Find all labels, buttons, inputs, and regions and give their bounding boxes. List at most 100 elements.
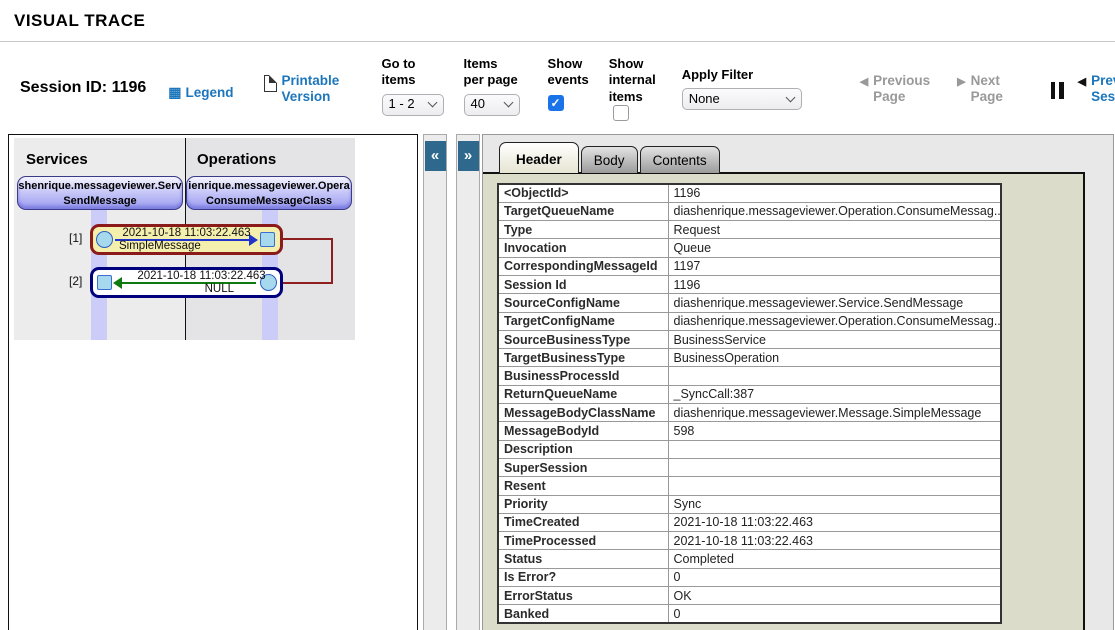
property-value: BusinessOperation (668, 349, 1001, 367)
table-row: StatusCompleted (498, 550, 1001, 568)
collapse-left-button[interactable]: « (425, 141, 446, 171)
table-row: MessageBodyId598 (498, 422, 1001, 440)
source-endpoint-icon (96, 231, 113, 248)
expand-gutter: » (456, 134, 480, 630)
service-node-box: shenrique.messageviewer.Serv SendMessage (17, 176, 183, 210)
property-value: 1196 (668, 275, 1001, 293)
triangle-left-icon: ◀ (860, 75, 868, 88)
pause-button[interactable] (1051, 82, 1064, 99)
service-node-line2: SendMessage (18, 194, 182, 209)
goto-items-label: Go to items (382, 56, 438, 89)
table-row: TimeCreated2021-10-18 11:03:22.463 (498, 513, 1001, 531)
items-per-page-select[interactable]: 40 (464, 94, 520, 116)
property-value: Completed (668, 550, 1001, 568)
service-node-line1: shenrique.messageviewer.Serv (18, 179, 182, 194)
operations-column-title: Operations (197, 151, 276, 168)
table-row: InvocationQueue (498, 239, 1001, 257)
legend-grid-icon: ▦ (168, 85, 181, 99)
property-label: SourceBusinessType (498, 330, 668, 348)
property-value: diashenrique.messageviewer.Message.Simpl… (668, 404, 1001, 422)
property-label: TargetConfigName (498, 312, 668, 330)
toolbar: Session ID: 1196 ▦ Legend Printable Vers… (0, 42, 1115, 134)
next-page-label: Next Page (971, 73, 1031, 105)
operation-node-box: ienrique.messageviewer.Opera ConsumeMess… (186, 176, 352, 210)
property-value (668, 440, 1001, 458)
next-page-button[interactable]: ▶ Next Page (957, 73, 1030, 105)
property-value: OK (668, 587, 1001, 605)
header-properties-table: <ObjectId>1196TargetQueueNamediashenriqu… (497, 183, 1002, 624)
property-label: ReturnQueueName (498, 385, 668, 403)
table-row: SuperSession (498, 458, 1001, 476)
property-value: 1196 (668, 184, 1001, 202)
property-value: 2021-10-18 11:03:22.463 (668, 513, 1001, 531)
call-return-connector (283, 238, 333, 284)
property-value: Queue (668, 239, 1001, 257)
triangle-left-icon: ◀ (1078, 75, 1086, 88)
show-internal-checkbox[interactable] (613, 105, 629, 121)
property-value: diashenrique.messageviewer.Operation.Con… (668, 312, 1001, 330)
apply-filter-value: None (689, 91, 783, 107)
printable-version-link[interactable]: Printable Version (264, 73, 344, 104)
table-row: TypeRequest (498, 221, 1001, 239)
property-label: Priority (498, 495, 668, 513)
property-label: CorrespondingMessageId (498, 257, 668, 275)
legend-link[interactable]: ▦ Legend (168, 85, 233, 100)
show-internal-field: Show internal items (609, 56, 656, 122)
property-label: Type (498, 221, 668, 239)
chevron-down-icon (427, 98, 437, 108)
table-row: TargetConfigNamediashenrique.messageview… (498, 312, 1001, 330)
services-column-title: Services (26, 151, 88, 168)
property-value: diashenrique.messageviewer.Service.SendM… (668, 294, 1001, 312)
apply-filter-select[interactable]: None (682, 88, 802, 110)
property-label: SourceConfigName (498, 294, 668, 312)
message-timestamp: 2021-10-18 11:03:22.463 (115, 227, 258, 239)
operation-node-line2: ConsumeMessageClass (187, 194, 351, 209)
printable-version-label: Printable Version (282, 73, 344, 104)
property-label: Resent (498, 477, 668, 495)
content-area: Services Operations shenrique.messagevie… (0, 134, 1115, 630)
property-value (668, 458, 1001, 476)
tab-header[interactable]: Header (499, 142, 579, 173)
table-row: <ObjectId>1196 (498, 184, 1001, 202)
property-value: Sync (668, 495, 1001, 513)
message-details-panel: HeaderBodyContents <ObjectId>1196TargetQ… (482, 134, 1114, 630)
items-per-page-value: 40 (471, 96, 501, 112)
property-value: _SyncCall:387 (668, 385, 1001, 403)
property-label: MessageBodyId (498, 422, 668, 440)
previous-session-button[interactable]: ◀ Previous Session (1078, 73, 1115, 105)
apply-filter-label: Apply Filter (682, 67, 802, 83)
property-label: TimeProcessed (498, 532, 668, 550)
property-label: Status (498, 550, 668, 568)
legend-link-label: Legend (186, 85, 234, 100)
property-value: diashenrique.messageviewer.Operation.Con… (668, 202, 1001, 220)
tab-body[interactable]: Body (581, 146, 638, 173)
table-row: TargetQueueNamediashenrique.messageviewe… (498, 202, 1001, 220)
property-value: BusinessService (668, 330, 1001, 348)
message-item-request[interactable]: 2021-10-18 11:03:22.463 SimpleMessage (90, 224, 283, 255)
message-item-response[interactable]: 2021-10-18 11:03:22.463 NULL (90, 267, 283, 298)
collapse-gutter: « (423, 134, 447, 630)
property-label: Description (498, 440, 668, 458)
header-table-body: <ObjectId>1196TargetQueueNamediashenriqu… (498, 184, 1001, 623)
page-title: VISUAL TRACE (0, 0, 1115, 31)
tab-contents[interactable]: Contents (640, 146, 720, 173)
trace-diagram-panel: Services Operations shenrique.messagevie… (8, 134, 418, 630)
property-label: TargetQueueName (498, 202, 668, 220)
property-label: BusinessProcessId (498, 367, 668, 385)
show-events-checkbox[interactable]: ✓ (548, 95, 564, 111)
property-label: ErrorStatus (498, 587, 668, 605)
expand-right-button[interactable]: » (458, 141, 479, 171)
goto-items-field: Go to items 1 - 2 (382, 56, 438, 116)
message-label: SimpleMessage (119, 240, 201, 252)
property-label: MessageBodyClassName (498, 404, 668, 422)
goto-items-select[interactable]: 1 - 2 (382, 94, 444, 116)
previous-page-button[interactable]: ◀ Previous Page (860, 73, 933, 105)
table-row: PrioritySync (498, 495, 1001, 513)
property-value: 598 (668, 422, 1001, 440)
property-value: 2021-10-18 11:03:22.463 (668, 532, 1001, 550)
property-value: Request (668, 221, 1001, 239)
operation-node-line1: ienrique.messageviewer.Opera (187, 179, 351, 194)
property-label: TargetBusinessType (498, 349, 668, 367)
detail-tab-content: <ObjectId>1196TargetQueueNamediashenriqu… (483, 172, 1085, 630)
property-label: Invocation (498, 239, 668, 257)
